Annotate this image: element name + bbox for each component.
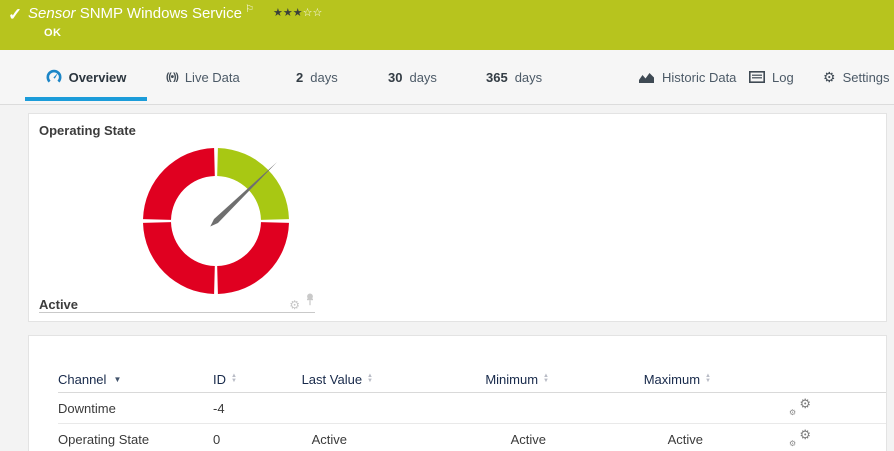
- tab-label: Live Data: [185, 70, 240, 85]
- tab-bar: Overview ((•)) Live Data 2 days 30 days …: [0, 50, 894, 105]
- gauge-value-label: Active: [39, 297, 78, 312]
- channel-minimum: Active: [373, 432, 549, 447]
- tab-label: Historic Data: [662, 70, 736, 85]
- tab-label: Log: [772, 70, 794, 85]
- channel-settings-gears-icon[interactable]: ⚙ ⚙: [789, 399, 811, 417]
- sensor-type-label: Sensor: [28, 5, 76, 22]
- column-header-last-value[interactable]: Last Value ▲▼: [303, 372, 373, 387]
- active-tab-underline: [25, 97, 147, 101]
- gauge-icon: [46, 69, 62, 85]
- gear-icon: ⚙: [823, 70, 836, 84]
- gauge-footer: Active ⚙: [39, 290, 315, 313]
- status-ok-check-icon: ✓: [8, 5, 22, 25]
- gauge-title: Operating State: [39, 123, 136, 138]
- tab-label: days: [409, 70, 436, 85]
- channel-name: Operating State: [58, 432, 213, 447]
- log-icon: [749, 71, 765, 83]
- tab-number: 2: [296, 70, 303, 85]
- sort-icon: ▲▼: [705, 374, 711, 384]
- tab-number: 365: [486, 70, 508, 85]
- tab-overview[interactable]: Overview: [25, 50, 147, 104]
- operating-state-gauge: [136, 141, 296, 301]
- column-header-minimum[interactable]: Minimum ▲▼: [373, 372, 549, 387]
- channel-last-value: Active: [303, 432, 373, 447]
- tab-365-days[interactable]: 365 days: [486, 50, 542, 104]
- tab-label: days: [310, 70, 337, 85]
- tab-label: days: [515, 70, 542, 85]
- live-data-icon: ((•)): [166, 72, 178, 83]
- star-empty-icons[interactable]: ☆☆: [303, 7, 323, 19]
- table-row-downtime: Downtime -4 ⚙ ⚙: [58, 393, 886, 424]
- prtg-sensor-page: ✓ Sensor SNMP Windows Service⚐ ★★★☆☆ OK …: [0, 0, 894, 451]
- tab-label: Overview: [69, 70, 127, 85]
- channel-maximum: Active: [549, 432, 711, 447]
- tab-live-data[interactable]: ((•)) Live Data: [166, 50, 240, 104]
- channel-id: -4: [213, 401, 303, 416]
- channels-panel: Channel ▼ ID ▲▼ Last Value ▲▼ Minimum ▲▼…: [28, 335, 887, 451]
- gauge-segment-error: [143, 148, 215, 220]
- gear-icon[interactable]: ⚙: [289, 299, 300, 311]
- tab-historic-data[interactable]: Historic Data: [638, 50, 736, 104]
- sensor-title: Sensor SNMP Windows Service⚐: [28, 4, 254, 22]
- sort-icon: ▲▼: [231, 374, 237, 384]
- gauge-footer-icons: ⚙: [289, 293, 315, 312]
- gauge-segment-error: [217, 222, 289, 294]
- tab-log[interactable]: Log: [749, 50, 794, 104]
- tab-number: 30: [388, 70, 402, 85]
- sort-desc-icon: ▼: [113, 375, 121, 384]
- sensor-header: ✓ Sensor SNMP Windows Service⚐ ★★★☆☆ OK: [0, 0, 894, 50]
- flag-icon[interactable]: ⚐: [245, 4, 254, 15]
- column-header-id[interactable]: ID ▲▼: [213, 372, 303, 387]
- column-header-maximum[interactable]: Maximum ▲▼: [549, 372, 711, 387]
- status-badge: OK: [44, 27, 62, 39]
- channel-settings-gears-icon[interactable]: ⚙ ⚙: [789, 430, 811, 448]
- column-header-channel[interactable]: Channel ▼: [58, 372, 213, 387]
- channel-id: 0: [213, 432, 303, 447]
- priority-stars[interactable]: ★★★☆☆: [273, 6, 322, 19]
- star-filled-icons[interactable]: ★★★: [273, 7, 303, 19]
- sensor-name: SNMP Windows Service: [80, 5, 242, 22]
- table-row-operating-state: Operating State 0 Active Active Active ⚙…: [58, 424, 886, 451]
- gauge-panel: Operating State Active ⚙: [28, 113, 887, 322]
- channels-table-header: Channel ▼ ID ▲▼ Last Value ▲▼ Minimum ▲▼…: [58, 366, 886, 393]
- tab-settings[interactable]: ⚙ Settings: [823, 50, 890, 104]
- tab-2-days[interactable]: 2 days: [296, 50, 338, 104]
- pushpin-icon[interactable]: [305, 293, 315, 311]
- tab-label: Settings: [843, 70, 890, 85]
- area-chart-icon: [638, 71, 655, 84]
- gauge-segment-error: [143, 222, 215, 294]
- channel-name: Downtime: [58, 401, 213, 416]
- tab-30-days[interactable]: 30 days: [388, 50, 437, 104]
